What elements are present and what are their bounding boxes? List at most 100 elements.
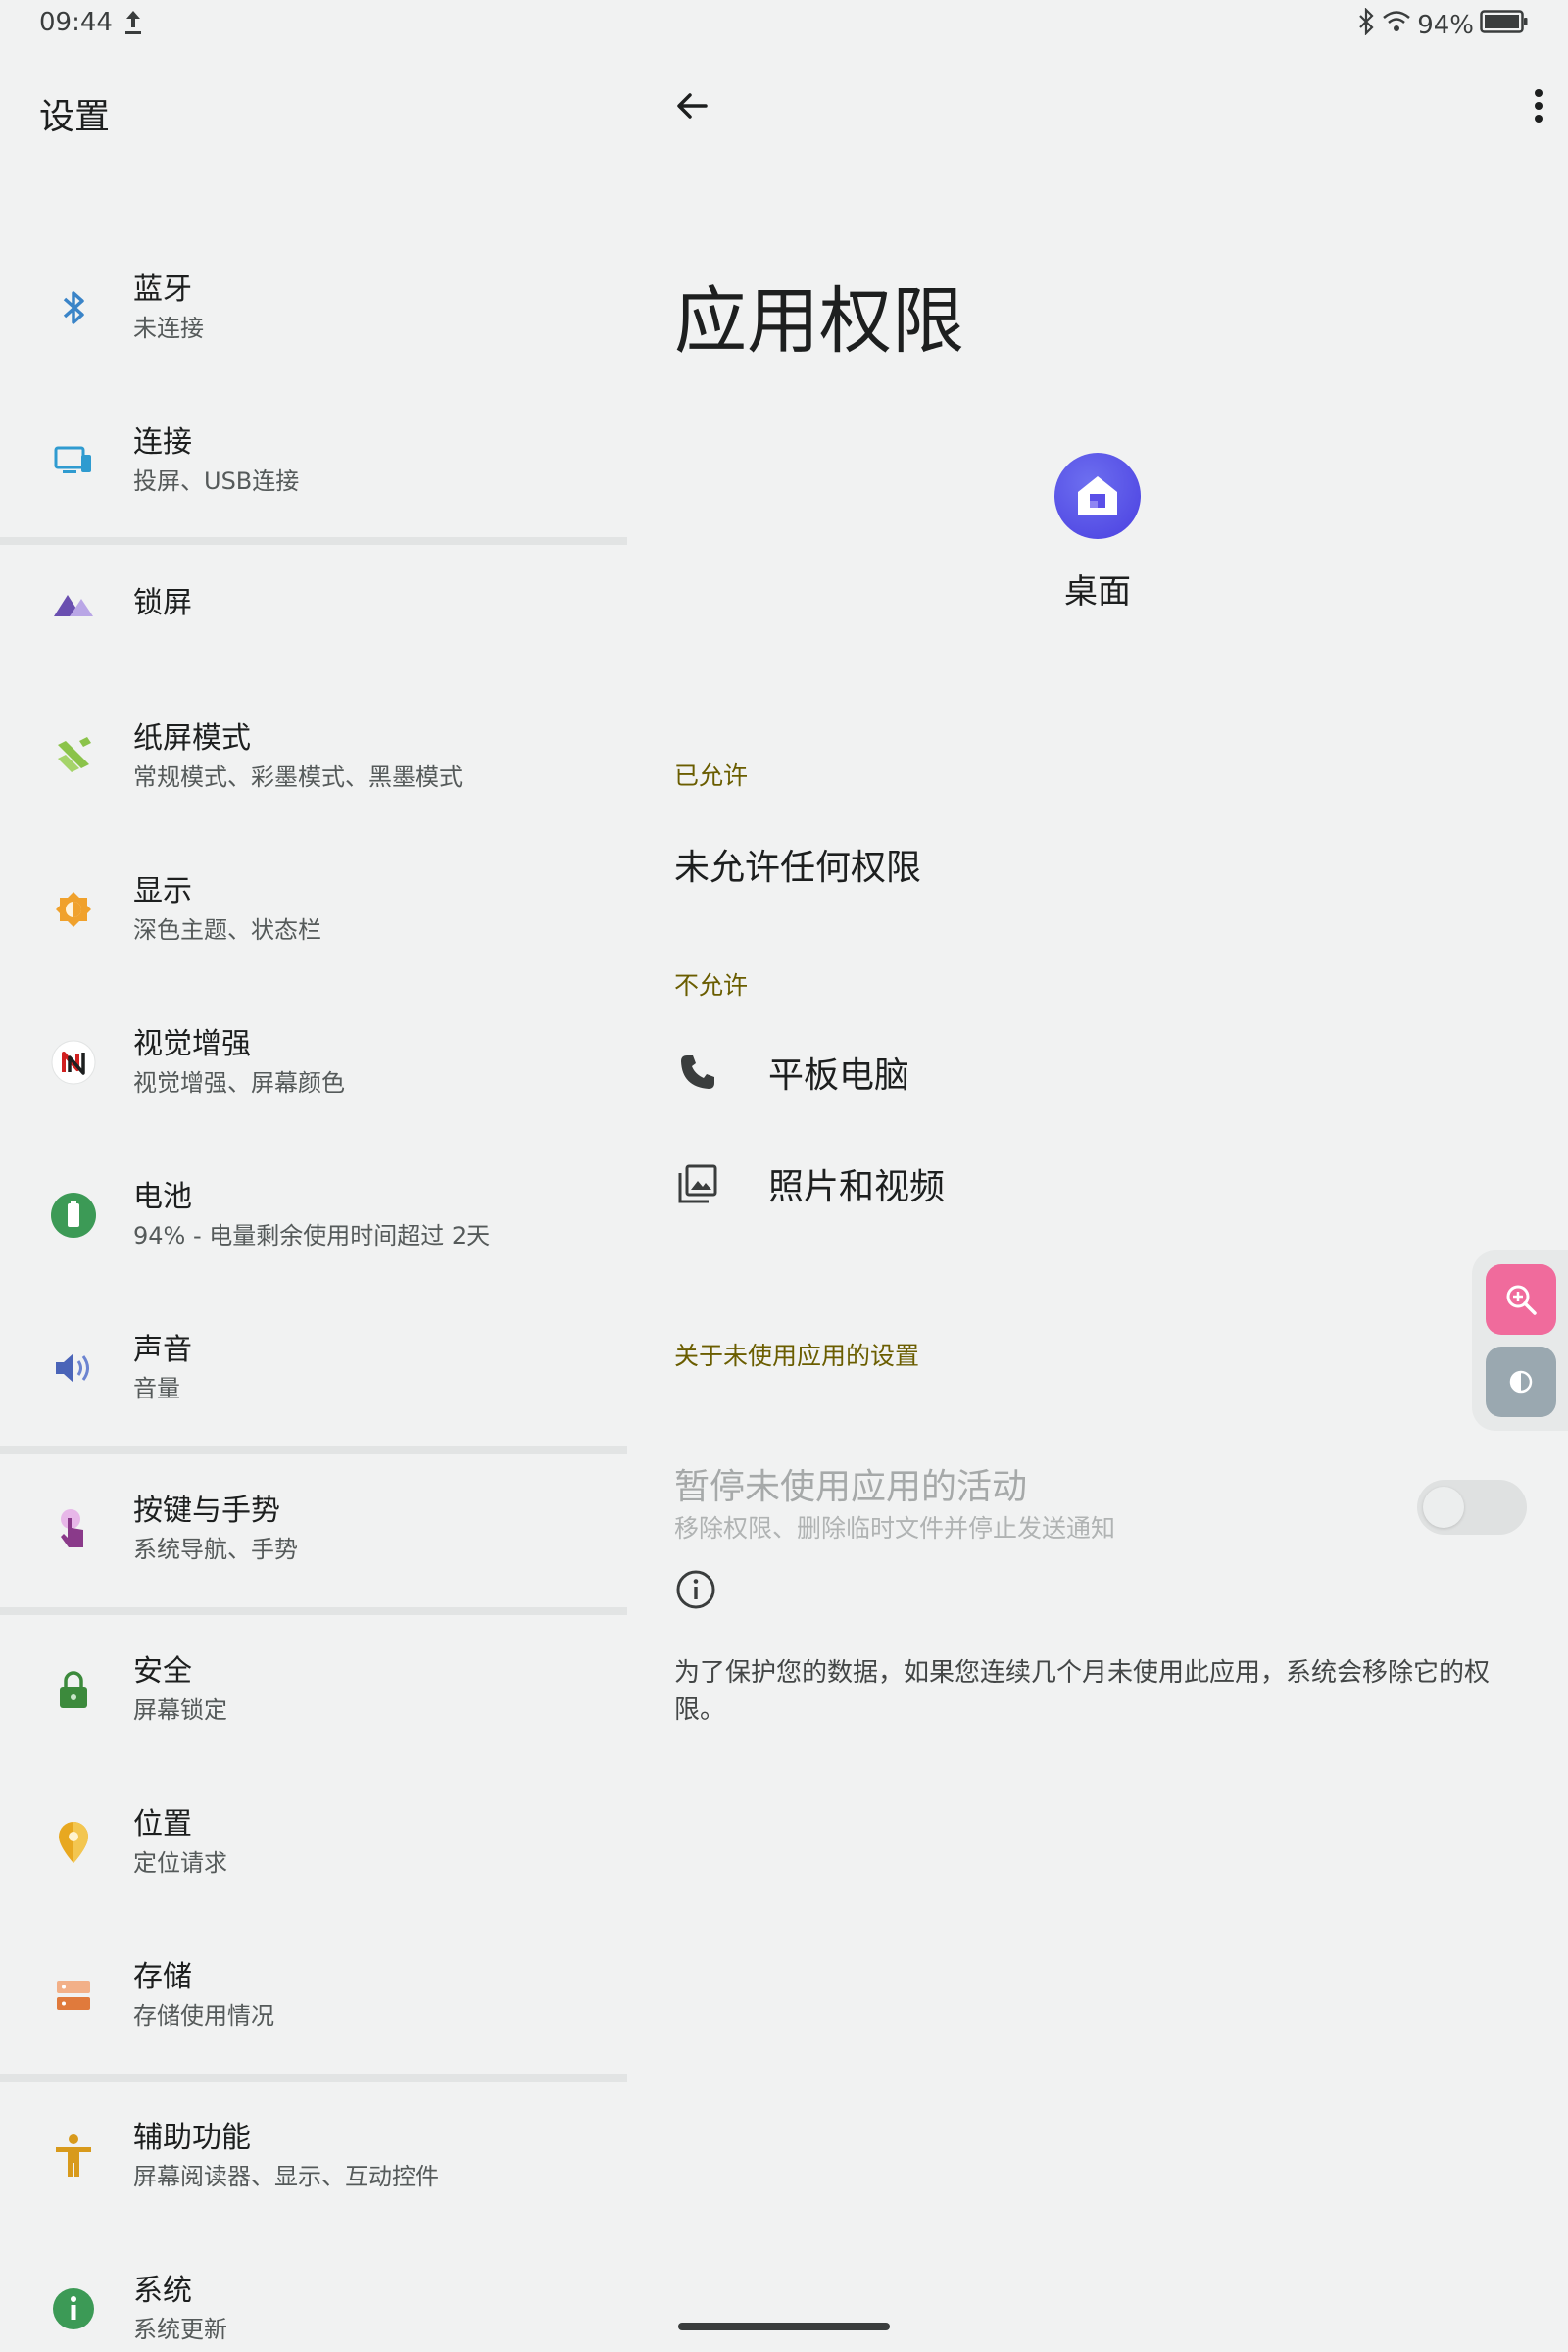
settings-item-label: 系统	[133, 2274, 192, 2308]
visual-enhance-icon	[49, 1038, 98, 1087]
allowed-none-text: 未允许任何权限	[674, 848, 922, 888]
phone-icon	[674, 1049, 721, 1096]
launcher-app-icon	[1078, 476, 1117, 515]
settings-item-summary: 未连接	[133, 315, 204, 342]
settings-item-bluetooth[interactable]: 蓝牙 未连接	[0, 239, 627, 376]
settings-item-lockscreen[interactable]: 锁屏	[0, 535, 627, 672]
pause-app-activity-switch[interactable]	[1417, 1480, 1527, 1535]
settings-item-paper-mode[interactable]: 纸屏模式 常规模式、彩墨模式、黑墨模式	[0, 688, 627, 825]
info-outline-icon	[674, 1568, 717, 1615]
settings-item-label: 位置	[133, 1807, 192, 1841]
more-vert-icon	[1535, 89, 1543, 122]
info-icon	[49, 2284, 98, 2333]
settings-item-display[interactable]: 显示 深色主题、状态栏	[0, 841, 627, 978]
settings-list-pane: 设置 蓝牙 未连接 连接 投屏、USB连接 锁屏 纸屏模式 常规模式、彩墨模式、…	[0, 47, 627, 2352]
more-options-button[interactable]	[1509, 76, 1568, 135]
settings-item-label: 按键与手势	[133, 1494, 280, 1528]
settings-item-label: 连接	[133, 425, 192, 460]
section-divider	[0, 2074, 627, 2082]
bluetooth-icon	[49, 283, 98, 332]
settings-item-label: 电池	[133, 1180, 192, 1214]
lock-icon	[49, 1665, 98, 1714]
settings-item-label: 纸屏模式	[133, 721, 251, 756]
settings-item-summary: 视觉增强、屏幕颜色	[133, 1069, 345, 1097]
photos-icon	[674, 1160, 721, 1207]
settings-item-gestures[interactable]: 按键与手势 系统导航、手势	[0, 1460, 627, 1597]
pause-app-activity-setting[interactable]: 暂停未使用应用的活动 移除权限、删除临时文件并停止发送通知	[674, 1458, 1527, 1556]
status-icons: 94%	[1356, 7, 1529, 42]
settings-item-summary: 94% - 电量剩余使用时间超过 2天	[133, 1222, 491, 1250]
settings-item-connection[interactable]: 连接 投屏、USB连接	[0, 392, 627, 529]
app-name: 桌面	[1064, 572, 1131, 612]
settings-item-location[interactable]: 位置 定位请求	[0, 1774, 627, 1911]
devices-icon	[49, 436, 98, 485]
permission-label: 照片和视频	[768, 1167, 946, 1207]
settings-item-summary: 音量	[133, 1375, 180, 1402]
settings-item-label: 锁屏	[133, 586, 192, 620]
permission-item-photos[interactable]: 照片和视频	[674, 1145, 1517, 1223]
allowed-section-header: 已允许	[674, 761, 749, 790]
settings-item-summary: 屏幕阅读器、显示、互动控件	[133, 2163, 439, 2190]
paper-mode-icon	[49, 732, 98, 781]
page-title: 应用权限	[674, 279, 964, 364]
settings-item-summary: 投屏、USB连接	[133, 467, 300, 495]
status-bar: 09:44 94%	[0, 0, 1568, 47]
floating-tools-panel	[1472, 1250, 1568, 1431]
settings-item-label: 声音	[133, 1333, 192, 1367]
settings-item-summary: 系统导航、手势	[133, 1536, 298, 1563]
settings-item-accessibility[interactable]: 辅助功能 屏幕阅读器、显示、互动控件	[0, 2087, 627, 2225]
app-icon	[1054, 453, 1141, 539]
back-button[interactable]	[662, 76, 721, 135]
settings-item-storage[interactable]: 存储 存储使用情况	[0, 1927, 627, 2064]
accessibility-icon	[49, 2132, 98, 2180]
settings-item-summary: 定位请求	[133, 1849, 227, 1877]
settings-item-label: 安全	[133, 1654, 192, 1689]
toggle-title: 暂停未使用应用的活动	[674, 1467, 1028, 1507]
section-divider	[0, 1607, 627, 1615]
settings-item-summary: 常规模式、彩墨模式、黑墨模式	[133, 763, 463, 791]
settings-item-summary: 存储使用情况	[133, 2002, 274, 2030]
bluetooth-icon	[1356, 7, 1376, 42]
arrow-back-icon	[677, 93, 708, 119]
location-icon	[49, 1818, 98, 1867]
unused-apps-section-header: 关于未使用应用的设置	[674, 1342, 920, 1370]
settings-item-label: 存储	[133, 1960, 192, 1994]
info-description: 为了保护您的数据，如果您连续几个月未使用此应用，系统会移除它的权限。	[674, 1658, 1491, 1725]
settings-item-label: 视觉增强	[133, 1027, 251, 1061]
sound-icon	[49, 1344, 98, 1393]
settings-item-battery[interactable]: 电池 94% - 电量剩余使用时间超过 2天	[0, 1147, 627, 1284]
wifi-icon	[1382, 9, 1411, 41]
gesture-icon	[49, 1504, 98, 1553]
settings-item-summary: 屏幕锁定	[133, 1696, 227, 1724]
lockscreen-icon	[49, 579, 98, 628]
settings-item-security[interactable]: 安全 屏幕锁定	[0, 1621, 627, 1758]
battery-icon	[1480, 9, 1529, 41]
app-permissions-pane: 应用权限 桌面 已允许 未允许任何权限 不允许 平板电脑 照片和视频 关于未使用…	[627, 47, 1568, 2352]
settings-item-summary: 深色主题、状态栏	[133, 916, 321, 944]
battery-icon	[49, 1191, 98, 1240]
magnify-button[interactable]	[1486, 1264, 1556, 1335]
settings-item-summary: 系统更新	[133, 2316, 227, 2343]
settings-title: 设置	[39, 97, 111, 137]
storage-icon	[49, 1971, 98, 2020]
toggle-summary: 移除权限、删除临时文件并停止发送通知	[674, 1514, 1116, 1543]
battery-percent: 94%	[1417, 10, 1474, 40]
permission-item-phone[interactable]: 平板电脑	[674, 1033, 1517, 1111]
contrast-icon	[1509, 1370, 1533, 1394]
permission-label: 平板电脑	[768, 1055, 910, 1096]
settings-item-label: 显示	[133, 874, 192, 908]
section-divider	[0, 1446, 627, 1454]
upload-icon	[122, 8, 145, 41]
home-indicator[interactable]	[678, 2323, 890, 2330]
settings-item-sound[interactable]: 声音 音量	[0, 1299, 627, 1437]
display-icon	[49, 885, 98, 934]
status-time: 09:44	[39, 8, 113, 37]
settings-item-label: 辅助功能	[133, 2121, 251, 2155]
settings-item-system[interactable]: 系统 系统更新	[0, 2240, 627, 2352]
contrast-button[interactable]	[1486, 1347, 1556, 1417]
denied-section-header: 不允许	[674, 971, 749, 1000]
settings-item-visual-enhance[interactable]: 视觉增强 视觉增强、屏幕颜色	[0, 994, 627, 1131]
zoom-in-icon	[1506, 1285, 1537, 1315]
switch-knob	[1423, 1487, 1464, 1528]
settings-item-label: 蓝牙	[133, 272, 192, 307]
